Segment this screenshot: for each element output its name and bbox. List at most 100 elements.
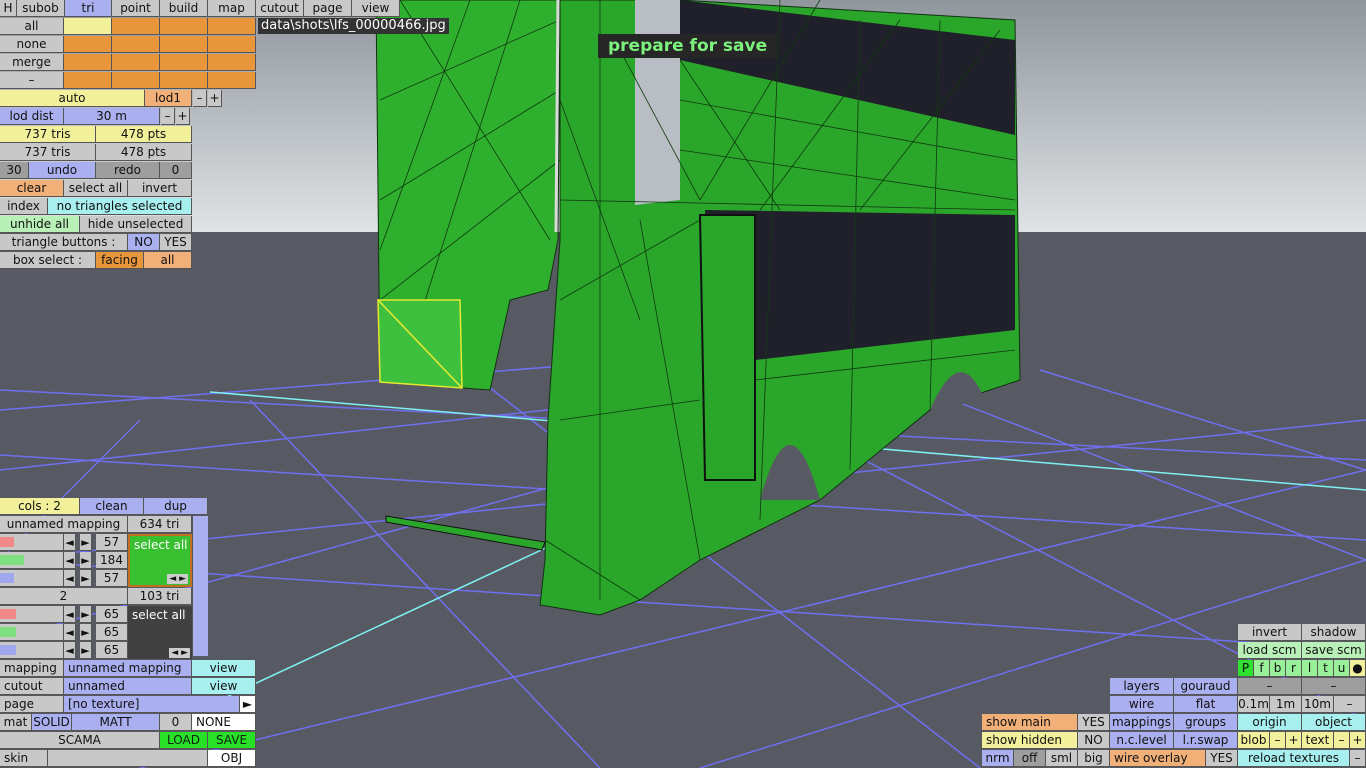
slider-right-arrow-icon[interactable]: ►: [80, 606, 92, 623]
cutout-value[interactable]: unnamed: [64, 678, 192, 695]
select-cell[interactable]: [64, 72, 112, 89]
load-scm-button[interactable]: load scm: [1238, 642, 1302, 659]
grid-size-1m[interactable]: 1m: [1270, 696, 1302, 713]
unhide-all-button[interactable]: unhide all: [0, 216, 80, 233]
groups-button[interactable]: groups: [1174, 714, 1238, 731]
grid-size-01m[interactable]: 0.1m: [1238, 696, 1270, 713]
layers-button[interactable]: layers: [1110, 678, 1174, 695]
matt-button[interactable]: MATT: [72, 714, 160, 731]
flag-toggle-1[interactable]: f: [1254, 660, 1270, 677]
select-cell[interactable]: [208, 54, 256, 71]
save-scm-button[interactable]: save scm: [1302, 642, 1366, 659]
hide-unselected-button[interactable]: hide unselected: [80, 216, 192, 233]
lod-auto-button[interactable]: auto: [0, 90, 145, 107]
show-hidden-toggle[interactable]: NO: [1078, 732, 1110, 749]
slider-right-arrow-icon[interactable]: ►: [80, 642, 92, 659]
slider-left-arrow-icon[interactable]: ◄: [64, 534, 76, 551]
color-channel-slider[interactable]: [0, 606, 64, 623]
select-cell[interactable]: [160, 36, 208, 53]
mapping-name[interactable]: 2: [0, 588, 128, 605]
invert-button[interactable]: invert: [128, 180, 192, 197]
slider-right-arrow-icon[interactable]: ►: [80, 624, 92, 641]
mapping-color-swatch[interactable]: select all ◄ ►: [128, 534, 192, 587]
blob-plus[interactable]: +: [1286, 732, 1302, 749]
slider-right-arrow-icon[interactable]: ►: [80, 570, 92, 587]
big-button[interactable]: big: [1078, 750, 1110, 767]
lod-dist-value[interactable]: 30 m: [64, 108, 160, 125]
mapping-select-all[interactable]: select all: [134, 538, 188, 552]
flag-toggle-3[interactable]: r: [1286, 660, 1302, 677]
slider-left-arrow-icon[interactable]: ◄: [64, 642, 76, 659]
grid-size-dash[interactable]: –: [1334, 696, 1366, 713]
select-cell[interactable]: [160, 72, 208, 89]
menu-view[interactable]: view: [352, 0, 400, 17]
object-button[interactable]: object: [1302, 714, 1366, 731]
flag-toggle-6[interactable]: u: [1334, 660, 1350, 677]
skin-field[interactable]: [48, 750, 208, 767]
triangle-buttons-no[interactable]: NO: [128, 234, 160, 251]
reload-dash[interactable]: –: [1350, 750, 1366, 767]
flag-toggle-7[interactable]: ●: [1350, 660, 1366, 677]
select-none-button[interactable]: none: [0, 36, 64, 53]
clear-button[interactable]: clear: [0, 180, 64, 197]
select-cell[interactable]: [64, 36, 112, 53]
triangle-buttons-yes[interactable]: YES: [160, 234, 192, 251]
flag-toggle-4[interactable]: l: [1302, 660, 1318, 677]
wire-button[interactable]: wire: [1110, 696, 1174, 713]
shadow-button[interactable]: shadow: [1302, 624, 1366, 641]
menu-point[interactable]: point: [112, 0, 160, 17]
sml-button[interactable]: sml: [1046, 750, 1078, 767]
show-main-toggle[interactable]: YES: [1078, 714, 1110, 731]
origin-button[interactable]: origin: [1238, 714, 1302, 731]
menu-map[interactable]: map: [208, 0, 256, 17]
select-cell[interactable]: [64, 54, 112, 71]
dash-button[interactable]: –: [0, 72, 64, 89]
page-arrow-button[interactable]: ►: [240, 696, 256, 713]
select-cell[interactable]: [160, 54, 208, 71]
menu-tri[interactable]: tri: [65, 0, 112, 17]
text-button[interactable]: text: [1302, 732, 1334, 749]
box-select-facing[interactable]: facing: [96, 252, 144, 269]
mappings-scrollbar[interactable]: [192, 516, 208, 656]
grid-size-10m[interactable]: 10m: [1302, 696, 1334, 713]
dash-button[interactable]: –: [1238, 678, 1302, 695]
select-cell[interactable]: [208, 72, 256, 89]
slider-left-arrow-icon[interactable]: ◄: [64, 552, 76, 569]
page-value[interactable]: [no texture]: [64, 696, 240, 713]
merge-button[interactable]: merge: [0, 54, 64, 71]
clean-button[interactable]: clean: [80, 498, 144, 515]
wire-overlay-toggle[interactable]: YES: [1206, 750, 1238, 767]
flag-toggle-2[interactable]: b: [1270, 660, 1286, 677]
blob-minus[interactable]: –: [1270, 732, 1286, 749]
solid-button[interactable]: SOLID: [32, 714, 72, 731]
mappings-button[interactable]: mappings: [1110, 714, 1174, 731]
slider-right-arrow-icon[interactable]: ►: [80, 534, 92, 551]
redo-button[interactable]: redo: [96, 162, 160, 179]
select-cell[interactable]: [160, 18, 208, 35]
color-channel-slider[interactable]: [0, 642, 64, 659]
lod-dist-plus[interactable]: +: [176, 108, 190, 125]
slider-left-arrow-icon[interactable]: ◄: [64, 606, 76, 623]
select-cell[interactable]: [112, 18, 160, 35]
dash-button[interactable]: –: [1302, 678, 1366, 695]
menu-build[interactable]: build: [160, 0, 208, 17]
slider-left-arrow-icon[interactable]: ◄: [64, 570, 76, 587]
none-field[interactable]: NONE: [192, 714, 256, 731]
nc-level-button[interactable]: n.c.level: [1110, 732, 1174, 749]
menu-cutout[interactable]: cutout: [256, 0, 304, 17]
index-button[interactable]: index: [0, 198, 48, 215]
select-cell[interactable]: [208, 36, 256, 53]
select-all-button[interactable]: all: [0, 18, 64, 35]
mapping-name[interactable]: unnamed mapping: [0, 516, 128, 533]
menu-page[interactable]: page: [304, 0, 352, 17]
select-cell[interactable]: [64, 18, 112, 35]
blob-button[interactable]: blob: [1238, 732, 1270, 749]
select-all-tris-button[interactable]: select all: [64, 180, 128, 197]
mat-number[interactable]: 0: [160, 714, 192, 731]
reload-textures-button[interactable]: reload textures: [1238, 750, 1350, 767]
select-cell[interactable]: [112, 54, 160, 71]
mapping-view-button[interactable]: view: [192, 660, 256, 677]
lod-plus-button[interactable]: +: [208, 90, 222, 107]
dup-button[interactable]: dup: [144, 498, 208, 515]
invert-view-button[interactable]: invert: [1238, 624, 1302, 641]
